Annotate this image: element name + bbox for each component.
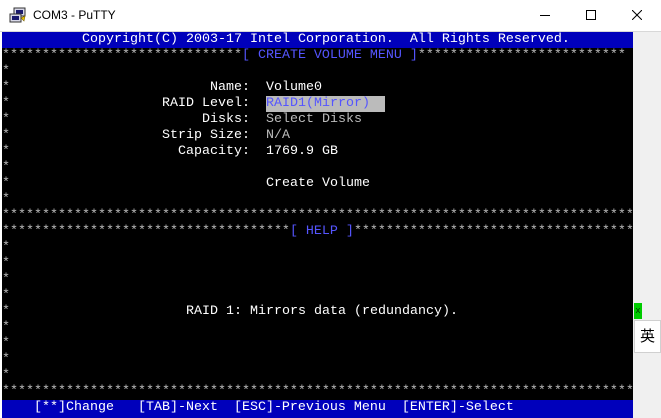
ime-language-button[interactable]: 英 (634, 320, 661, 353)
side-border-star-left: * (2, 240, 10, 255)
menu-header-row: ******************************[ CREATE V… (2, 48, 626, 64)
vertical-scrollbar[interactable] (633, 32, 661, 418)
disks-value[interactable]: Select Disks (266, 112, 362, 128)
disks-label: Disks: (202, 112, 250, 127)
close-button[interactable] (614, 0, 660, 31)
copyright-bar: Copyright(C) 2003-17 Intel Corporation. … (2, 32, 633, 48)
footer-bar: [**]Change [TAB]-Next [ESC]-Previous Men… (2, 400, 633, 418)
side-border-star-left: * (2, 320, 10, 335)
ime-status-indicator: x (634, 303, 642, 319)
terminal-screen[interactable]: Copyright(C) 2003-17 Intel Corporation. … (2, 32, 633, 418)
side-border-star-left: * (2, 96, 10, 111)
side-border-star-left: * (2, 192, 10, 207)
name-value[interactable]: Volume0 (266, 80, 322, 96)
side-border-star-left: * (2, 288, 10, 303)
capacity-label: Capacity: (178, 144, 250, 159)
putty-app-icon[interactable] (9, 7, 27, 24)
side-border-star-left: * (2, 144, 10, 159)
help-header-row: ************************************[ HE… (2, 224, 633, 240)
side-border-star-left: * (2, 272, 10, 287)
window-titlebar: COM3 - PuTTY (0, 0, 661, 32)
side-border-star-left: * (2, 80, 10, 95)
separator-row: ****************************************… (2, 208, 633, 223)
side-border-star-left: * (2, 304, 10, 319)
side-border-star-left: * (2, 160, 10, 175)
menu-header-stars-right: ************************** (417, 48, 626, 63)
minimize-icon (540, 15, 550, 16)
maximize-icon (586, 10, 596, 20)
help-text: RAID 1: Mirrors data (redundancy). (186, 304, 458, 319)
create-volume-button[interactable]: Create Volume (266, 176, 370, 192)
side-border-star-left: * (2, 352, 10, 367)
close-icon (632, 10, 642, 20)
capacity-value[interactable]: 1769.9 GB (266, 144, 338, 160)
help-header-title: [ HELP ] (289, 224, 354, 239)
raid-level-label: RAID Level: (162, 96, 250, 111)
menu-header-title: [ CREATE VOLUME MENU ] (241, 48, 418, 63)
side-border-star-left: * (2, 368, 10, 383)
side-border-star-left: * (2, 128, 10, 143)
side-border-star-left: * (2, 64, 10, 79)
side-border-star-left: * (2, 176, 10, 191)
side-border-star-left: * (2, 112, 10, 127)
window-title: COM3 - PuTTY (33, 8, 116, 22)
help-header-stars-left: ************************************ (2, 224, 290, 239)
name-label: Name: (210, 80, 250, 95)
help-header-stars-right: ************************************ (353, 224, 633, 239)
side-border-star-left: * (2, 256, 10, 271)
menu-header-stars-left: ****************************** (2, 48, 242, 63)
strip-size-value[interactable]: N/A (266, 128, 290, 144)
side-border-star-left: * (2, 336, 10, 351)
maximize-button[interactable] (568, 0, 614, 31)
minimize-button[interactable] (522, 0, 568, 31)
bottom-border-row: ****************************************… (2, 384, 633, 399)
raid-level-value[interactable]: RAID1(Mirror) (266, 96, 385, 112)
strip-size-label: Strip Size: (162, 128, 250, 143)
